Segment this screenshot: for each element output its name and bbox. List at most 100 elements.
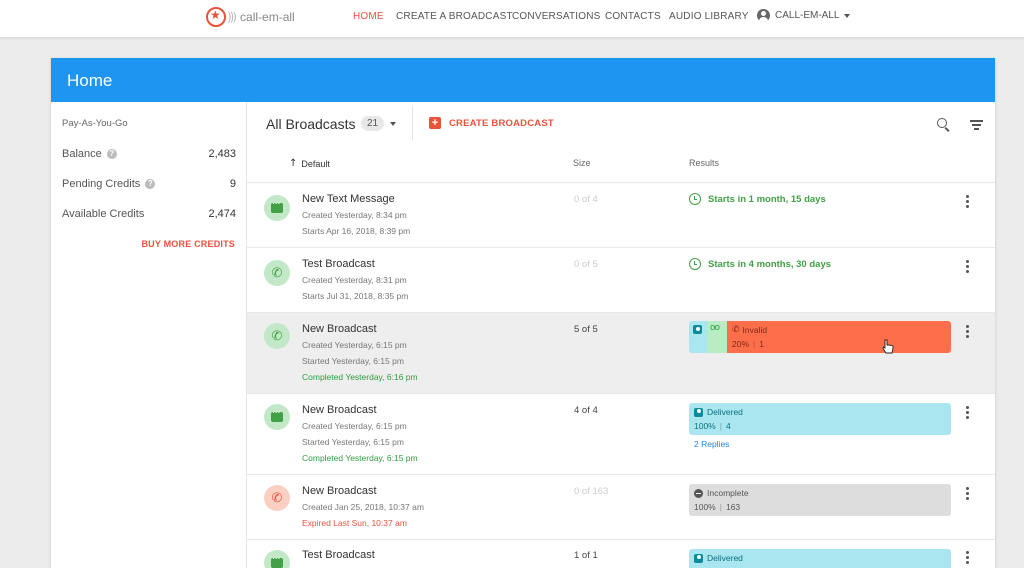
broadcasts-toolbar: All Broadcasts 21 + CREATE BROADCAST (247, 102, 995, 142)
broadcast-size: 0 of 5 (574, 259, 598, 270)
buy-more-credits-link[interactable]: BUY MORE CREDITS (141, 239, 235, 249)
result-label-text: Delivered (707, 553, 743, 563)
kebab-icon[interactable] (966, 260, 969, 275)
result-bar[interactable]: oo ✆ Invalid 20% | 1 (689, 321, 951, 353)
results-column-header: Results (689, 158, 720, 168)
kebab-icon[interactable] (966, 195, 969, 210)
result-segment-voicemail[interactable]: oo (707, 321, 727, 353)
credit-row-balance: Balance ? 2,483 (62, 148, 236, 160)
contact-icon (694, 553, 703, 563)
filter-icon[interactable] (970, 120, 983, 130)
result-bar[interactable]: Delivered 100% | 4 (689, 403, 951, 435)
broadcast-size: 0 of 163 (574, 486, 609, 497)
starts-in-text: Starts in 1 month, 15 days (708, 193, 826, 205)
credit-value: 9 (229, 178, 236, 190)
broadcast-title: Test Broadcast (302, 549, 375, 561)
starts-in-text: Starts in 4 months, 30 days (708, 258, 832, 270)
sort-default-header[interactable]: ↑ Default (289, 158, 330, 169)
result-segment-invalid[interactable]: ✆ Invalid 20% | 1 (727, 321, 951, 353)
result-stats: 100% | 163 (694, 502, 741, 512)
result-label-text: Delivered (707, 407, 743, 417)
size-column-header: Size (573, 158, 591, 168)
broadcast-completed: Completed Yesterday, 6:15 pm (302, 453, 418, 463)
brand-logo[interactable]: ))) call-em-all (206, 6, 295, 28)
nav-home[interactable]: HOME (353, 11, 384, 22)
top-nav: ))) call-em-all HOME CREATE A BROADCAST … (0, 0, 1024, 38)
kebab-icon[interactable] (966, 406, 969, 421)
replies-link[interactable]: 2 Replies (694, 439, 729, 449)
chevron-down-icon (844, 13, 851, 18)
result-label-text: Incomplete (707, 488, 749, 498)
broadcast-created: Created Yesterday, 6:15 pm (302, 340, 407, 350)
broadcast-row[interactable]: ✆ New Broadcast Created Jan 25, 2018, 10… (247, 474, 995, 539)
result-bar[interactable]: Delivered (689, 549, 951, 568)
broadcast-completed: Completed Yesterday, 6:16 pm (302, 372, 418, 382)
chevron-down-icon[interactable] (390, 122, 396, 126)
phone-icon: ✆ (264, 485, 290, 511)
kebab-icon[interactable] (966, 487, 969, 502)
phone-icon: ✆ (264, 323, 290, 349)
broadcast-title: New Broadcast (302, 485, 377, 497)
nav-conversations[interactable]: CONVERSATIONS (512, 11, 601, 22)
plus-icon: + (429, 117, 441, 129)
scheduled-status: Starts in 1 month, 15 days (689, 193, 826, 205)
broadcast-created: Created Yesterday, 8:31 pm (302, 275, 407, 285)
broadcast-title: New Text Message (302, 193, 395, 205)
broadcast-created: Created Yesterday, 8:34 pm (302, 210, 407, 220)
contact-icon (694, 407, 703, 417)
contact-icon (693, 325, 702, 334)
result-segment-incomplete[interactable]: Incomplete 100% | 163 (689, 484, 951, 516)
message-icon (264, 195, 290, 221)
result-segment-delivered[interactable]: Delivered (689, 549, 951, 568)
broadcast-row[interactable]: Test Broadcast 1 of 1 Delivered (247, 539, 995, 568)
result-bar[interactable]: Incomplete 100% | 163 (689, 484, 951, 516)
account-name: CALL-EM-ALL (775, 10, 840, 21)
hand-cursor-icon (882, 339, 894, 354)
broadcast-row[interactable]: New Text Message Created Yesterday, 8:34… (247, 182, 995, 247)
broadcast-starts: Starts Apr 16, 2018, 8:39 pm (302, 226, 411, 236)
phone-icon: ✆ (264, 260, 290, 286)
credit-row-pending: Pending Credits ? 9 (62, 178, 236, 190)
scheduled-status: Starts in 4 months, 30 days (689, 258, 831, 270)
result-count: 1 (759, 339, 764, 349)
kebab-icon[interactable] (966, 551, 969, 566)
phone-icon: ✆ (732, 325, 740, 335)
plan-label: Pay-As-You-Go (62, 118, 128, 129)
account-menu[interactable]: CALL-EM-ALL (757, 9, 851, 22)
nav-contacts[interactable]: CONTACTS (605, 11, 661, 22)
nav-audio-library[interactable]: AUDIO LIBRARY (669, 11, 749, 22)
nav-create-broadcast[interactable]: CREATE A BROADCAST (396, 11, 513, 22)
arrow-up-icon: ↑ (289, 158, 298, 169)
broadcast-filter-title[interactable]: All Broadcasts (266, 116, 355, 132)
credit-label: Balance (62, 148, 102, 160)
broadcast-row[interactable]: New Broadcast Created Yesterday, 6:15 pm… (247, 393, 995, 474)
message-icon (264, 404, 290, 430)
search-icon[interactable] (937, 118, 947, 128)
brand-name: call-em-all (240, 10, 295, 24)
broadcasts-panel: All Broadcasts 21 + CREATE BROADCAST ↑ D… (247, 102, 995, 568)
help-icon[interactable]: ? (106, 149, 117, 159)
broadcast-size: 1 of 1 (574, 550, 598, 561)
kebab-icon[interactable] (966, 325, 969, 340)
broadcast-created: Created Jan 25, 2018, 10:37 am (302, 502, 424, 512)
help-icon[interactable]: ? (145, 179, 156, 189)
result-label: ✆ Invalid (732, 325, 767, 335)
broadcast-size: 4 of 4 (574, 405, 598, 416)
result-label: Delivered (694, 407, 743, 417)
broadcast-size: 0 of 4 (574, 194, 598, 205)
create-broadcast-button[interactable]: + CREATE BROADCAST (429, 117, 554, 129)
result-segment-delivered[interactable] (689, 321, 707, 353)
broadcast-row[interactable]: ✆ Test Broadcast Created Yesterday, 8:31… (247, 247, 995, 312)
clock-icon (689, 193, 701, 205)
result-percent: 100% (694, 502, 716, 512)
result-label: Delivered (694, 553, 743, 563)
credit-label: Pending Credits (62, 178, 141, 190)
broadcast-created: Created Yesterday, 6:15 pm (302, 421, 407, 431)
account-circle-icon (757, 9, 770, 22)
result-segment-delivered[interactable]: Delivered 100% | 4 (689, 403, 951, 435)
result-label-text: Invalid (742, 325, 768, 335)
result-percent: 100% (694, 421, 716, 431)
broadcast-size: 5 of 5 (574, 324, 598, 335)
home-card: Home Pay-As-You-Go Balance ? 2,483 Pendi… (51, 58, 995, 568)
result-label: Incomplete (694, 488, 749, 498)
